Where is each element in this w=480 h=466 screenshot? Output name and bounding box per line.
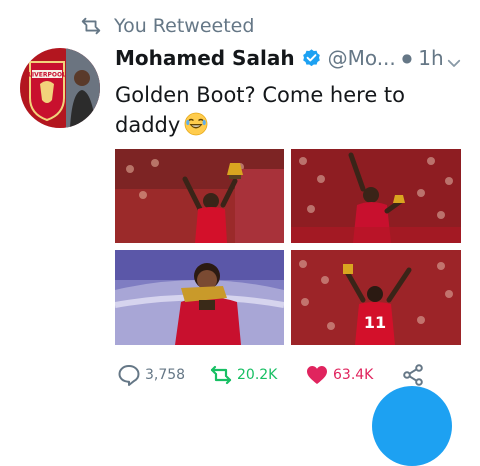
heart-icon: [307, 366, 327, 384]
tweet-text: Golden Boot? Come here to daddy: [115, 80, 465, 140]
separator-dot: ●: [401, 51, 413, 65]
retweet-context: You Retweeted: [80, 13, 254, 39]
chevron-down-icon[interactable]: [445, 54, 463, 72]
tweet-header: Mohamed Salah @Mo... ● 1h: [115, 46, 444, 70]
media-image-3[interactable]: [115, 250, 284, 345]
retweet-icon: [210, 365, 232, 385]
tweet-text-content: Golden Boot? Come here to daddy: [115, 83, 405, 137]
compose-fab-button[interactable]: [372, 386, 452, 466]
verified-icon: [302, 48, 320, 66]
author-handle[interactable]: @Mo...: [328, 46, 396, 70]
retweet-icon: [81, 17, 101, 35]
reply-action[interactable]: 3,758: [117, 363, 185, 387]
reply-icon: [118, 365, 140, 386]
retweet-count: 20.2K: [237, 367, 278, 383]
avatar[interactable]: LIVERPOOL: [20, 48, 100, 128]
tweet-time[interactable]: 1h: [418, 46, 443, 70]
like-action[interactable]: 63.4K: [305, 363, 373, 387]
media-image-1[interactable]: [115, 149, 284, 243]
media-image-4[interactable]: 11: [291, 250, 461, 345]
share-icon[interactable]: [401, 363, 425, 387]
laughing-face-icon: [184, 112, 208, 136]
shirt-number: 11: [364, 313, 386, 332]
reply-count: 3,758: [145, 367, 186, 383]
retweet-action[interactable]: 20.2K: [209, 363, 277, 387]
like-count: 63.4K: [333, 367, 374, 383]
media-image-2[interactable]: [291, 149, 461, 243]
retweet-label: You Retweeted: [114, 15, 255, 37]
avatar-badge-text: LIVERPOOL: [28, 72, 66, 79]
author-name[interactable]: Mohamed Salah: [115, 46, 295, 70]
